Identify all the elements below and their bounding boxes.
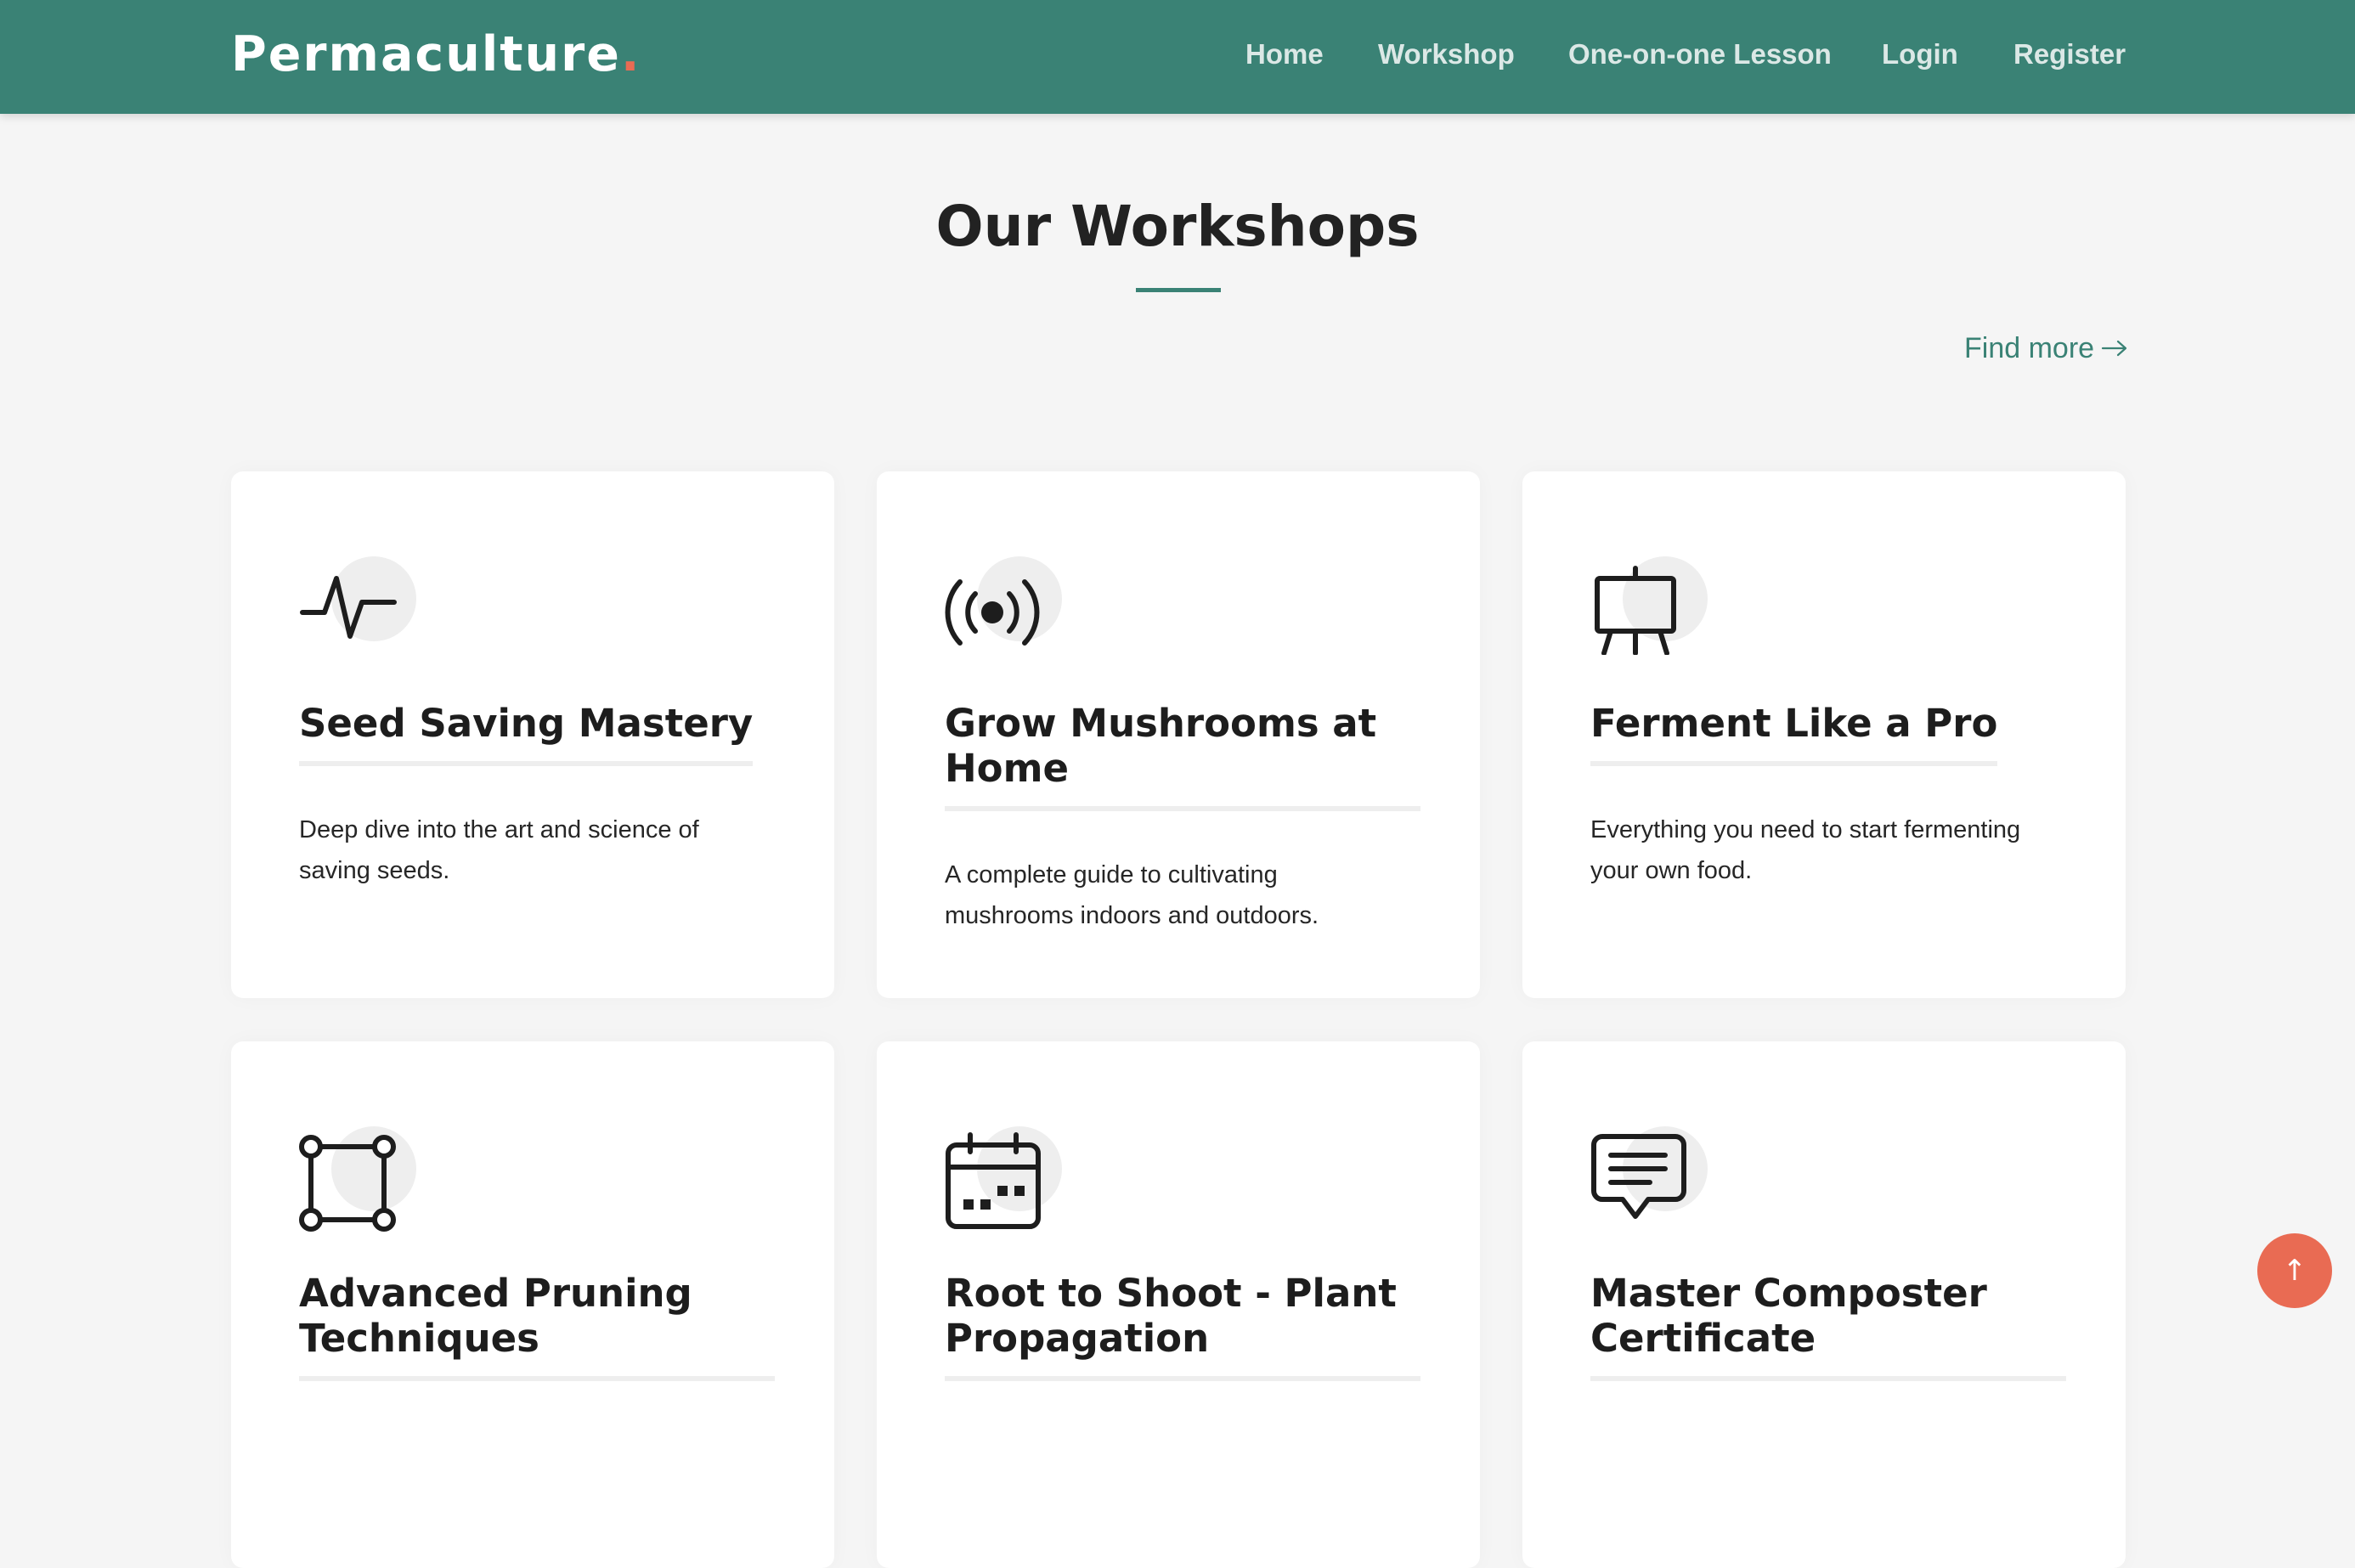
brand-logo[interactable]: Permaculture. bbox=[231, 24, 641, 85]
nav-link-register[interactable]: Register bbox=[2013, 37, 2126, 71]
card-icon bbox=[945, 1126, 1072, 1237]
chat-message-icon bbox=[1591, 1134, 1686, 1219]
card-icon bbox=[945, 556, 1072, 667]
back-to-top-button[interactable]: ↑ bbox=[2257, 1233, 2332, 1308]
card-description: Everything you need to start fermenting … bbox=[1590, 816, 2021, 884]
workshop-card[interactable]: Root to Shoot - Plant Propagation bbox=[877, 1041, 1480, 1568]
nav-link-one-on-one-lesson[interactable]: One-on-one Lesson bbox=[1568, 37, 1832, 71]
card-icon bbox=[1590, 1126, 1718, 1237]
brand-dot: . bbox=[620, 26, 641, 82]
workshop-card[interactable]: Grow Mushrooms at Home A complete guide … bbox=[877, 471, 1480, 998]
workshop-card[interactable]: Master Composter Certificate bbox=[1522, 1041, 2126, 1568]
card-icon bbox=[299, 556, 426, 667]
card-title: Master Composter Certificate bbox=[1590, 1271, 2066, 1381]
card-title: Ferment Like a Pro bbox=[1590, 701, 1998, 766]
card-icon bbox=[299, 1126, 426, 1237]
arrow-up-icon: ↑ bbox=[2282, 1254, 2307, 1288]
nav-link-workshop[interactable]: Workshop bbox=[1378, 37, 1515, 71]
brand-name: Permaculture bbox=[231, 26, 621, 82]
activity-pulse-icon bbox=[300, 576, 397, 639]
workshop-card[interactable]: Seed Saving Mastery Deep dive into the a… bbox=[231, 471, 834, 998]
title-underline bbox=[1136, 288, 1221, 292]
card-description: A complete guide to cultivating mushroom… bbox=[945, 861, 1319, 929]
card-title: Grow Mushrooms at Home bbox=[945, 701, 1420, 811]
calendar-icon bbox=[946, 1132, 1041, 1229]
card-title: Advanced Pruning Techniques bbox=[299, 1271, 775, 1381]
card-title: Seed Saving Mastery bbox=[299, 701, 754, 766]
section-title: Our Workshops bbox=[935, 194, 1420, 259]
card-title: Root to Shoot - Plant Propagation bbox=[945, 1271, 1420, 1381]
workshop-card[interactable]: Advanced Pruning Techniques bbox=[231, 1041, 834, 1568]
find-more-link[interactable]: Find more bbox=[1964, 330, 2128, 367]
card-icon bbox=[1590, 556, 1718, 667]
card-description: Deep dive into the art and science of sa… bbox=[299, 816, 699, 884]
workshop-card[interactable]: Ferment Like a Pro Everything you need t… bbox=[1522, 471, 2126, 998]
nav-link-login[interactable]: Login bbox=[1882, 37, 1958, 71]
nav-link-home[interactable]: Home bbox=[1245, 37, 1324, 71]
bounding-box-icon bbox=[299, 1135, 396, 1232]
easel-icon bbox=[1595, 566, 1676, 655]
find-more-label: Find more bbox=[1964, 332, 2095, 364]
broadcast-icon bbox=[945, 579, 1040, 646]
arrow-right-icon bbox=[2101, 330, 2128, 367]
navbar: Permaculture. Home Workshop One-on-one L… bbox=[0, 0, 2355, 114]
